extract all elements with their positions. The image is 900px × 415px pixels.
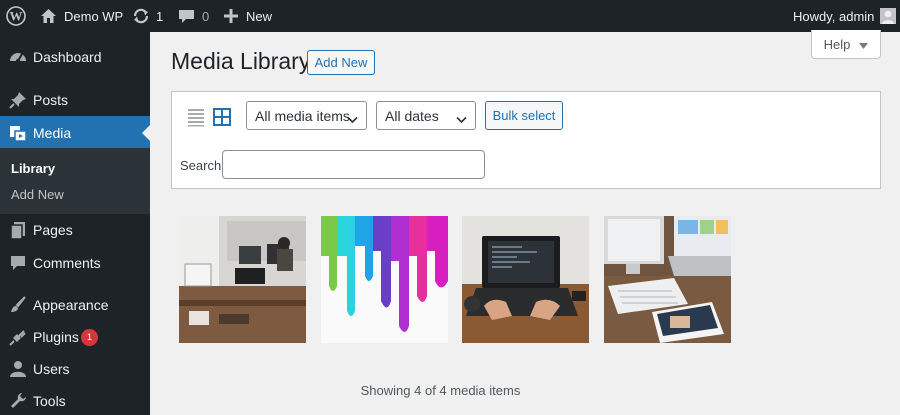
plugins-update-badge: 1 bbox=[81, 328, 98, 346]
media-count-status: Showing 4 of 4 media items bbox=[360, 383, 521, 398]
site-name-link[interactable]: Demo WP bbox=[40, 0, 123, 32]
account-menu[interactable]: Howdy, admin bbox=[793, 0, 897, 32]
sidebar-item-users[interactable]: Users bbox=[0, 352, 150, 386]
sidebar-item-plugins[interactable]: Plugins 1 bbox=[0, 320, 150, 354]
caret-down-icon bbox=[859, 37, 869, 52]
sidebar-item-comments[interactable]: Comments bbox=[0, 246, 150, 280]
refresh-icon bbox=[132, 8, 150, 24]
sidebar-item-dashboard[interactable]: Dashboard bbox=[0, 40, 150, 74]
list-view-icon[interactable] bbox=[186, 107, 206, 127]
media-item-office-desk[interactable] bbox=[179, 216, 306, 343]
grid-view-icon[interactable] bbox=[212, 107, 232, 127]
user-icon bbox=[8, 359, 28, 379]
media-item-computer-devices[interactable] bbox=[604, 216, 731, 343]
wordpress-logo-icon[interactable]: W bbox=[6, 0, 26, 32]
sidebar-item-tools[interactable]: Tools bbox=[0, 384, 150, 415]
chevron-down-icon bbox=[456, 111, 467, 127]
media-toolbar: All media items All dates Bulk select Se… bbox=[171, 91, 881, 189]
sidebar-item-appearance[interactable]: Appearance bbox=[0, 288, 150, 322]
submenu-library[interactable]: Library bbox=[11, 161, 55, 176]
plus-icon bbox=[224, 9, 238, 23]
svg-text:W: W bbox=[10, 9, 23, 24]
media-icon bbox=[8, 123, 28, 143]
page-title: Media Library bbox=[171, 48, 311, 74]
bulk-select-button[interactable]: Bulk select bbox=[485, 101, 563, 130]
date-filter[interactable]: All dates bbox=[376, 101, 476, 130]
search-label: Search bbox=[180, 158, 222, 173]
paintbrush-icon bbox=[8, 295, 28, 315]
search-input[interactable] bbox=[222, 150, 485, 179]
media-item-laptop-typing[interactable] bbox=[462, 216, 589, 343]
pushpin-icon bbox=[8, 90, 28, 110]
comment-icon bbox=[8, 253, 28, 273]
admin-bar: W Demo WP 1 0 New Howdy, admin bbox=[0, 0, 900, 32]
add-new-button[interactable]: Add New bbox=[307, 50, 375, 75]
help-button[interactable]: Help bbox=[811, 30, 881, 59]
admin-sidebar: Dashboard Posts Media Library Add New Pa… bbox=[0, 32, 150, 415]
sidebar-item-media[interactable]: Media bbox=[0, 116, 150, 150]
updates-link[interactable]: 1 bbox=[132, 0, 163, 32]
comment-bubble-icon bbox=[178, 8, 195, 24]
dashboard-icon bbox=[8, 47, 28, 67]
sidebar-item-pages[interactable]: Pages bbox=[0, 213, 150, 247]
submenu-add-new[interactable]: Add New bbox=[11, 187, 64, 202]
media-type-filter[interactable]: All media items bbox=[246, 101, 367, 130]
sidebar-item-posts[interactable]: Posts bbox=[0, 83, 150, 117]
media-submenu: Library Add New bbox=[0, 148, 150, 214]
pages-icon bbox=[8, 220, 28, 240]
home-icon bbox=[40, 8, 57, 24]
avatar bbox=[880, 8, 897, 24]
comments-link[interactable]: 0 bbox=[178, 0, 209, 32]
media-item-paint-drips[interactable] bbox=[321, 216, 448, 343]
plugin-icon bbox=[8, 327, 28, 347]
chevron-down-icon bbox=[347, 111, 358, 127]
new-content-link[interactable]: New bbox=[224, 0, 272, 32]
wrench-icon bbox=[8, 391, 28, 411]
